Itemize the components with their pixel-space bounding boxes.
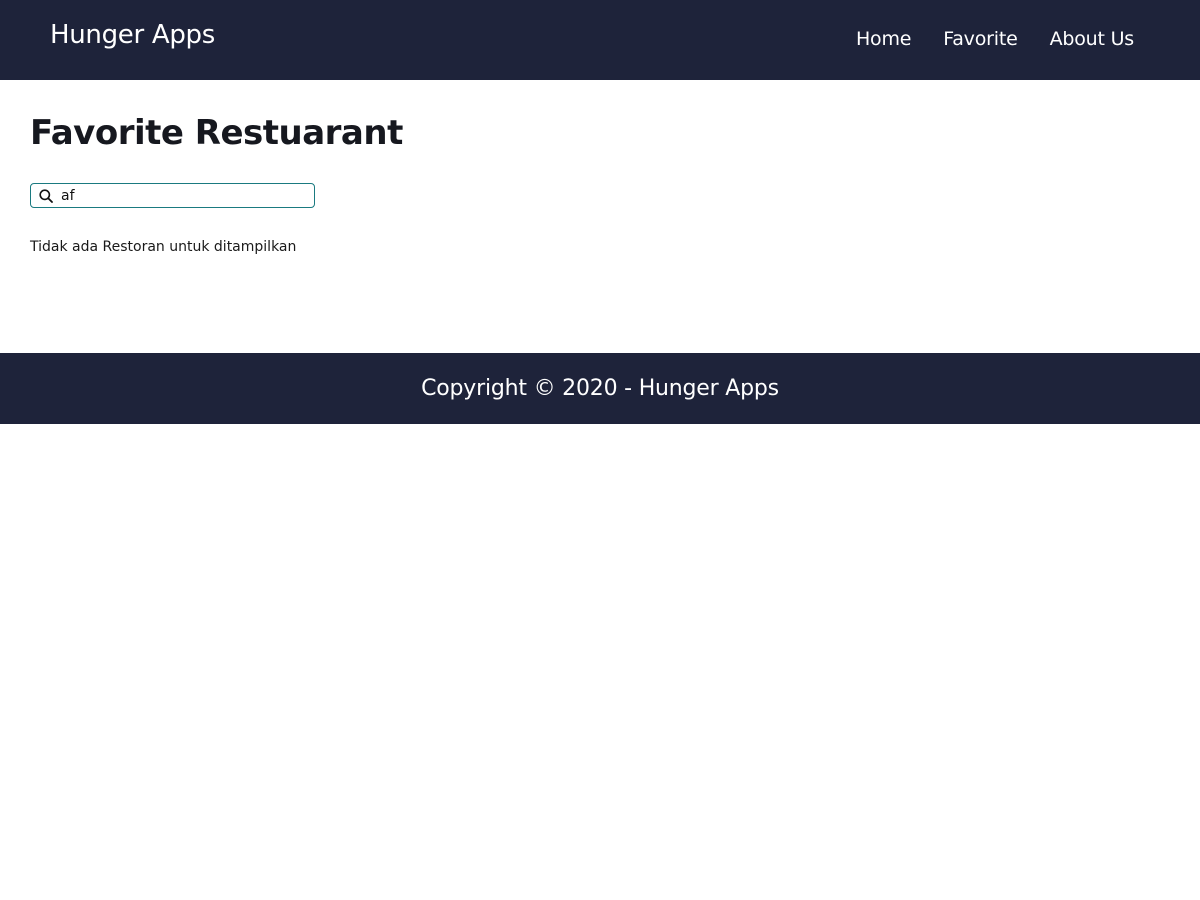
search-icon <box>39 188 53 203</box>
page-title: Favorite Restuarant <box>30 113 403 153</box>
nav-link-favorite[interactable]: Favorite <box>943 28 1018 50</box>
nav-item-home: Home <box>856 28 912 50</box>
empty-state-message: Tidak ada Restoran untuk ditampilkan <box>30 239 297 255</box>
brand-logo[interactable]: Hunger Apps <box>50 22 215 48</box>
copyright-text: Copyright © 2020 - Hunger Apps <box>421 376 779 401</box>
search-input[interactable] <box>61 185 314 206</box>
search-box[interactable] <box>30 183 315 208</box>
main-content: Favorite Restuarant Tidak ada Restoran u… <box>0 80 1200 353</box>
nav-link-about-us[interactable]: About Us <box>1050 28 1135 50</box>
nav-link-home[interactable]: Home <box>856 28 912 50</box>
nav-item-about: About Us <box>1050 28 1135 50</box>
app-footer: Copyright © 2020 - Hunger Apps <box>0 353 1200 424</box>
main-nav: Home Favorite About Us <box>824 30 1134 49</box>
app-header: Hunger Apps Home Favorite About Us <box>0 0 1200 80</box>
nav-item-favorite: Favorite <box>943 28 1018 50</box>
